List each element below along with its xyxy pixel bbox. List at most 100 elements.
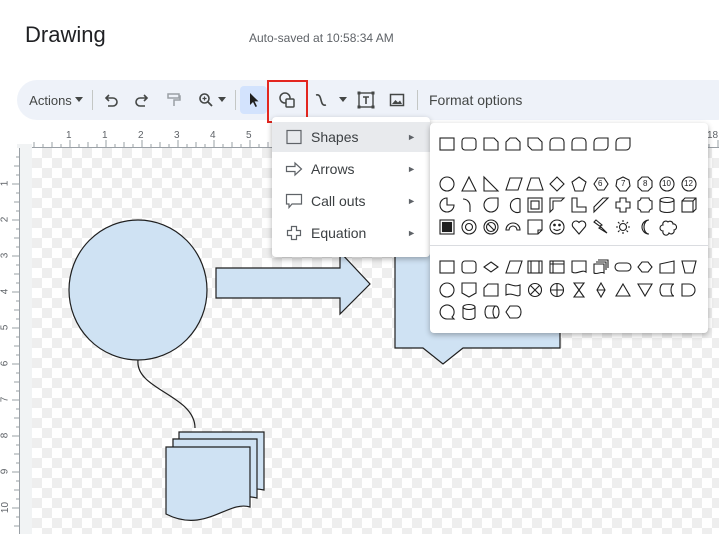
shape-bevel-icon[interactable]: [439, 219, 455, 235]
plus-icon: [286, 225, 302, 241]
flowchart-connector-icon[interactable]: [439, 282, 455, 298]
menu-item-arrows[interactable]: Arrows ►: [272, 154, 430, 184]
shape-arc-icon[interactable]: [462, 198, 471, 212]
flowchart-alternate-process-icon[interactable]: [461, 260, 477, 274]
ruler-number: 4: [210, 130, 216, 141]
flowchart-or-icon[interactable]: [549, 282, 565, 298]
shape-decagon-icon[interactable]: [659, 176, 675, 192]
shape-menu: Shapes ► Arrows ► Call outs ► Equation ►: [272, 117, 430, 257]
shape-l-shape-icon[interactable]: [571, 197, 587, 213]
flowchart-summing-junction-icon[interactable]: [527, 282, 543, 298]
shape-sun-icon[interactable]: [616, 220, 630, 234]
flowchart-magnetic-disk-icon[interactable]: [462, 303, 476, 321]
shape-cube-icon[interactable]: [681, 197, 697, 213]
flowchart-multidocument-icon[interactable]: [593, 259, 609, 275]
shape-heptagon-icon[interactable]: [615, 176, 631, 192]
shape-half-frame-icon[interactable]: [549, 197, 566, 214]
menu-item-label: Call outs: [311, 193, 366, 209]
shape-teardrop-icon[interactable]: [483, 197, 499, 213]
flowchart-sequential-access-icon[interactable]: [439, 304, 456, 320]
flowchart-extract-icon[interactable]: [615, 282, 631, 297]
flowchart-internal-storage-icon[interactable]: [549, 260, 565, 274]
ruler-number: 5: [246, 130, 252, 141]
shape-chord-icon[interactable]: [509, 197, 521, 214]
flowchart-preparation-icon[interactable]: [637, 261, 653, 273]
shape-snip-round-icon[interactable]: [549, 137, 565, 151]
shape-triangle-icon[interactable]: [461, 175, 477, 192]
shape-octagon-icon[interactable]: [637, 176, 653, 192]
shape-rounded-parallelogram-icon[interactable]: [615, 137, 631, 151]
submenu-arrow-icon: ►: [407, 132, 416, 142]
shape-lightning-icon[interactable]: [593, 219, 608, 234]
arrow-shape[interactable]: [215, 250, 371, 316]
flowchart-punched-tape-icon[interactable]: [505, 283, 521, 297]
flowchart-merge-icon[interactable]: [637, 283, 653, 298]
shape-plaque-icon[interactable]: [637, 197, 653, 213]
shape-round-same-side-icon[interactable]: [571, 137, 587, 151]
flowchart-delay-icon[interactable]: [681, 283, 696, 297]
shape-snip-corner-icon[interactable]: [483, 137, 499, 151]
submenu-arrow-icon: ►: [407, 196, 416, 206]
circle-shape[interactable]: [68, 219, 208, 361]
shape-right-triangle-icon[interactable]: [483, 175, 500, 192]
flowchart-display-icon[interactable]: [505, 305, 522, 319]
shape-plus-icon[interactable]: [615, 197, 631, 213]
ruler-number: 6: [0, 360, 11, 367]
shape-round-diagonal-icon[interactable]: [593, 137, 609, 151]
shape-rounded-rectangle-icon[interactable]: [461, 137, 477, 151]
flowchart-manual-input-icon[interactable]: [659, 260, 675, 274]
multidocument-shape[interactable]: [165, 431, 265, 521]
flowchart-card-icon[interactable]: [483, 283, 499, 297]
flowchart-stored-data-icon[interactable]: [659, 283, 675, 297]
menu-item-equation[interactable]: Equation ►: [272, 218, 430, 248]
submenu-arrow-icon: ►: [407, 228, 416, 238]
shape-snip-diagonal-icon[interactable]: [527, 137, 543, 151]
flowchart-process-icon[interactable]: [439, 260, 455, 274]
curved-connector[interactable]: [137, 359, 196, 429]
flowchart-predefined-process-icon[interactable]: [527, 260, 543, 274]
ruler-number: 1: [66, 130, 72, 141]
flowchart-decision-icon[interactable]: [483, 261, 499, 273]
flowchart-direct-access-icon[interactable]: [484, 305, 500, 319]
shape-trapezoid-icon[interactable]: [526, 177, 544, 191]
flowchart-offpage-connector-icon[interactable]: [461, 282, 477, 298]
shape-donut-icon[interactable]: [461, 219, 477, 235]
flowchart-terminator-icon[interactable]: [614, 262, 632, 272]
flowchart-data-icon[interactable]: [505, 260, 523, 274]
shape-oval-icon[interactable]: [439, 176, 455, 192]
shape-rectangle-icon[interactable]: [439, 137, 455, 151]
menu-item-shapes[interactable]: Shapes ►: [272, 122, 430, 152]
shape-snip-same-side-icon[interactable]: [505, 137, 521, 151]
submenu-divider: [430, 245, 708, 246]
ruler-number: 1: [0, 180, 11, 187]
ruler-number: 7: [0, 396, 11, 403]
ruler-number: 9: [0, 468, 11, 475]
shape-cloud-icon[interactable]: [659, 220, 678, 236]
menu-item-callouts[interactable]: Call outs ►: [272, 186, 430, 216]
menu-item-label: Equation: [311, 225, 367, 241]
shape-can-icon[interactable]: [659, 196, 675, 214]
flowchart-sort-icon[interactable]: [596, 281, 606, 299]
shape-pentagon-icon[interactable]: [571, 176, 587, 192]
shape-smiley-icon[interactable]: [549, 219, 565, 235]
shape-diamond-icon[interactable]: [549, 176, 565, 192]
shape-moon-icon[interactable]: [641, 219, 650, 235]
ruler-number: 10: [0, 501, 12, 514]
flowchart-collate-icon[interactable]: [572, 282, 586, 298]
shape-dodecagon-icon[interactable]: [681, 176, 697, 192]
shape-parallelogram-icon[interactable]: [505, 177, 523, 191]
shape-frame-icon[interactable]: [527, 197, 543, 213]
shape-hexagon-icon[interactable]: [593, 177, 609, 191]
shape-diagonal-stripe-icon[interactable]: [593, 197, 610, 214]
flowchart-document-icon[interactable]: [571, 260, 587, 274]
ruler-number: 4: [0, 288, 11, 295]
flowchart-palette: [439, 259, 697, 321]
shape-heart-icon[interactable]: [571, 220, 587, 235]
shape-folded-corner-icon[interactable]: [527, 219, 543, 235]
flowchart-manual-operation-icon[interactable]: [681, 260, 697, 274]
shape-no-symbol-icon[interactable]: [483, 219, 499, 235]
ruler-number: 5: [0, 324, 11, 331]
shape-pie-icon[interactable]: [439, 197, 455, 213]
ruler-number: 8: [0, 432, 11, 439]
shape-block-arc-icon[interactable]: [505, 222, 521, 231]
